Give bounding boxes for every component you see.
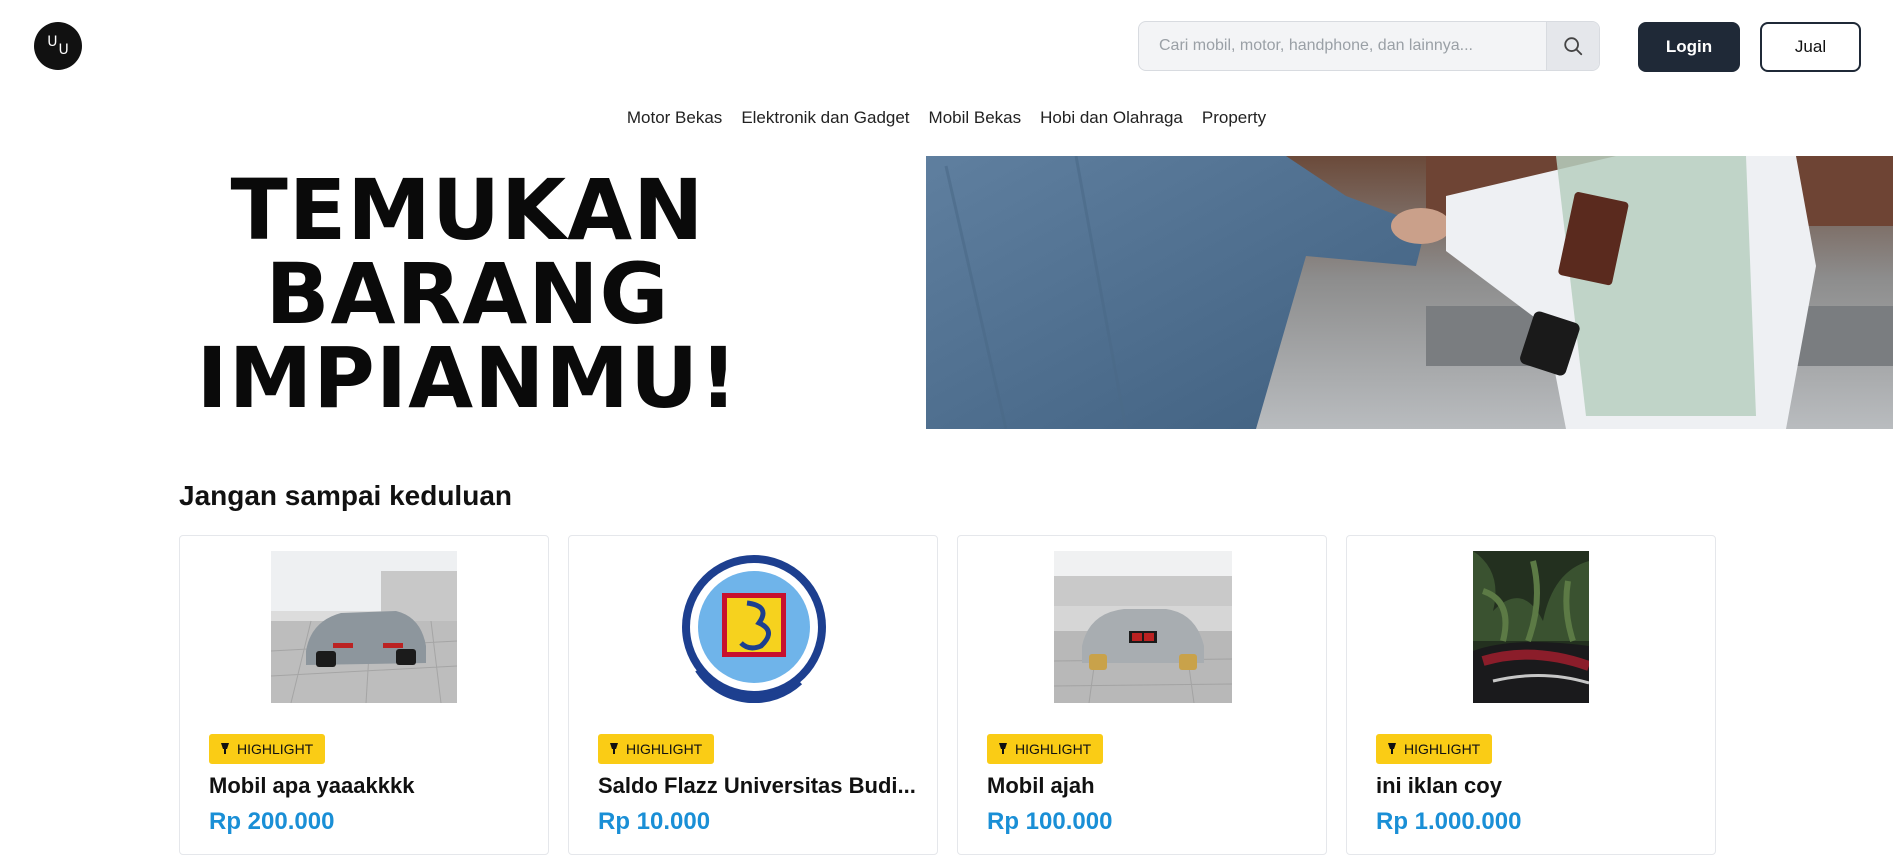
nav-item-elektronik[interactable]: Elektronik dan Gadget <box>741 108 909 128</box>
section-title: Jangan sampai keduluan <box>179 480 512 511</box>
badge-label: HIGHLIGHT <box>1015 741 1092 757</box>
nav-item-hobi[interactable]: Hobi dan Olahraga <box>1040 108 1183 128</box>
search-bar <box>1138 21 1600 71</box>
product-card[interactable]: HIGHLIGHT ini iklan coy Rp 1.000.000 <box>1346 535 1716 855</box>
header: UU Login Jual <box>0 0 1893 95</box>
product-price: Rp 100.000 <box>987 808 1113 835</box>
product-card[interactable]: HIGHLIGHT Mobil apa yaaakkkk Rp 200.000 <box>179 535 549 855</box>
nav-item-motor-bekas[interactable]: Motor Bekas <box>627 108 722 128</box>
product-title[interactable]: Saldo Flazz Universitas Budi... <box>598 773 918 799</box>
product-title[interactable]: Mobil ajah <box>987 773 1307 799</box>
logo-letter: U <box>47 34 58 50</box>
highlight-badge: HIGHLIGHT <box>987 734 1104 764</box>
hero-headline: TEMUKAN BARANG IMPIANMU! <box>170 168 765 420</box>
lamp-icon <box>610 743 618 754</box>
product-price: Rp 10.000 <box>598 808 711 835</box>
search-icon <box>1564 37 1583 56</box>
nav-item-property[interactable]: Property <box>1202 108 1266 128</box>
search-button[interactable] <box>1546 22 1599 70</box>
hero-line: TEMUKAN <box>230 161 705 259</box>
product-card[interactable]: HIGHLIGHT Saldo Flazz Universitas Budi..… <box>568 535 938 855</box>
nav-item-mobil-bekas[interactable]: Mobil Bekas <box>929 108 1022 128</box>
hero-line: IMPIANMU! <box>196 329 739 427</box>
search-input[interactable] <box>1139 22 1546 70</box>
hero-image <box>926 156 1893 429</box>
badge-label: HIGHLIGHT <box>1404 741 1481 757</box>
highlight-badge: HIGHLIGHT <box>1376 734 1493 764</box>
hero-line: BARANG <box>265 245 670 343</box>
category-nav: Motor Bekas Elektronik dan Gadget Mobil … <box>0 108 1893 128</box>
product-title[interactable]: ini iklan coy <box>1376 773 1696 799</box>
sell-button[interactable]: Jual <box>1760 22 1861 72</box>
product-image <box>1054 551 1232 703</box>
lamp-icon <box>999 743 1007 754</box>
product-price: Rp 200.000 <box>209 808 335 835</box>
badge-label: HIGHLIGHT <box>626 741 703 757</box>
product-title[interactable]: Mobil apa yaaakkkk <box>209 773 529 799</box>
logo-letter: U <box>58 42 69 58</box>
lamp-icon <box>221 743 229 754</box>
product-image <box>679 551 829 703</box>
product-image <box>271 551 457 703</box>
login-button[interactable]: Login <box>1638 22 1740 72</box>
product-price: Rp 1.000.000 <box>1376 808 1522 835</box>
logo[interactable]: UU <box>34 22 82 70</box>
lamp-icon <box>1388 743 1396 754</box>
product-card[interactable]: HIGHLIGHT Mobil ajah Rp 100.000 <box>957 535 1327 855</box>
highlight-badge: HIGHLIGHT <box>209 734 326 764</box>
highlight-badge: HIGHLIGHT <box>598 734 715 764</box>
badge-label: HIGHLIGHT <box>237 741 314 757</box>
product-image <box>1473 551 1589 703</box>
